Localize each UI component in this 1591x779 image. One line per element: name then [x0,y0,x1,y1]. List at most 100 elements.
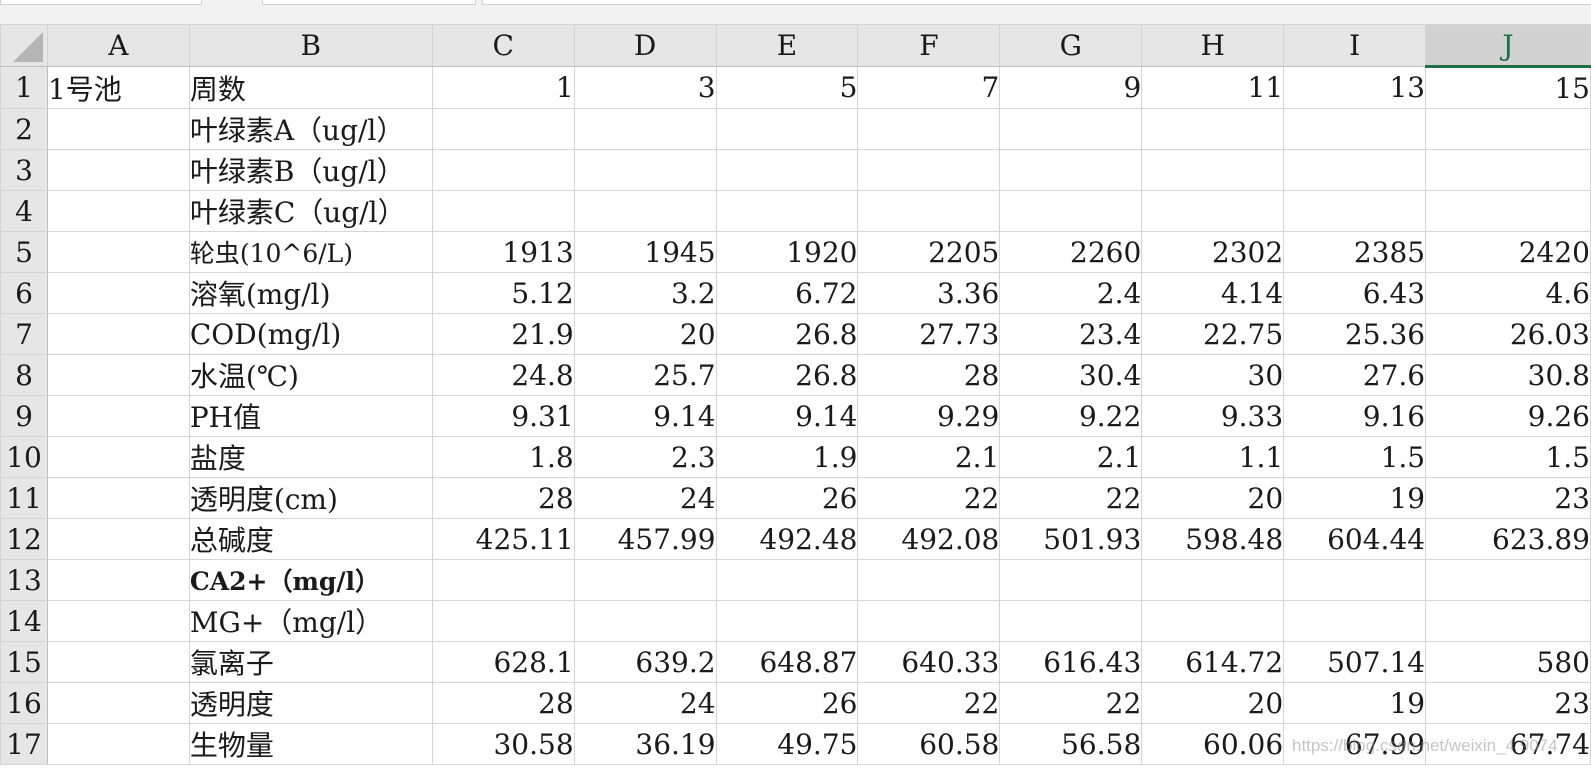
column-header-j[interactable]: J [1425,24,1591,68]
row-header[interactable]: 3 [0,149,48,191]
cell-f11[interactable]: 22 [857,477,1001,519]
cell-f3[interactable] [857,149,1001,191]
column-header-a[interactable]: A [46,24,190,67]
cell-j14[interactable] [1425,600,1591,642]
column-header-i[interactable]: I [1283,24,1427,67]
cell-a10[interactable] [46,436,190,478]
cell-i10[interactable]: 1.5 [1283,436,1427,478]
cell-j8[interactable]: 30.8 [1425,354,1591,396]
cell-g17[interactable]: 56.58 [999,723,1143,765]
cell-b9[interactable]: PH值 [188,395,433,437]
cell-f16[interactable]: 22 [857,682,1001,724]
cell-g5[interactable]: 2260 [999,231,1143,273]
cell-b8[interactable]: 水温(℃) [188,354,433,396]
cell-c15[interactable]: 628.1 [431,641,575,683]
cell-d1[interactable]: 3 [573,66,717,109]
cell-b16[interactable]: 透明度 [188,682,433,724]
cell-e6[interactable]: 6.72 [715,272,859,314]
cell-e3[interactable] [715,149,859,191]
cell-d16[interactable]: 24 [573,682,717,724]
cell-c14[interactable] [431,600,575,642]
row-header[interactable]: 5 [0,231,48,273]
cell-d3[interactable] [573,149,717,191]
select-all-corner[interactable] [0,24,48,67]
cell-g2[interactable] [999,108,1143,150]
cell-c6[interactable]: 5.12 [431,272,575,314]
cell-f4[interactable] [857,190,1001,232]
cell-h4[interactable] [1141,190,1285,232]
cell-f8[interactable]: 28 [857,354,1001,396]
cell-f7[interactable]: 27.73 [857,313,1001,355]
cell-g8[interactable]: 30.4 [999,354,1143,396]
cell-e13[interactable] [715,559,859,601]
cell-e17[interactable]: 49.75 [715,723,859,765]
column-header-g[interactable]: G [999,24,1143,67]
row-header[interactable]: 4 [0,190,48,232]
cell-h15[interactable]: 614.72 [1141,641,1285,683]
cell-d2[interactable] [573,108,717,150]
cell-g3[interactable] [999,149,1143,191]
column-header-b[interactable]: B [188,24,433,67]
cell-g13[interactable] [999,559,1143,601]
cell-i3[interactable] [1283,149,1427,191]
row-header[interactable]: 6 [0,272,48,314]
cell-g14[interactable] [999,600,1143,642]
cell-a15[interactable] [46,641,190,683]
cell-i14[interactable] [1283,600,1427,642]
column-header-f[interactable]: F [857,24,1001,67]
cell-e16[interactable]: 26 [715,682,859,724]
cell-c11[interactable]: 28 [431,477,575,519]
formula-bar[interactable] [482,0,1591,5]
cell-a7[interactable] [46,313,190,355]
cell-g12[interactable]: 501.93 [999,518,1143,560]
cell-b13[interactable]: CA2+（mg/l） [188,559,433,601]
cell-b2[interactable]: 叶绿素A（ug/l） [188,108,433,150]
cell-j15[interactable]: 580 [1425,641,1591,683]
cell-c10[interactable]: 1.8 [431,436,575,478]
cell-d12[interactable]: 457.99 [573,518,717,560]
cell-f2[interactable] [857,108,1001,150]
cell-c16[interactable]: 28 [431,682,575,724]
cell-a2[interactable] [46,108,190,150]
cell-h17[interactable]: 60.06 [1141,723,1285,765]
cell-b15[interactable]: 氯离子 [188,641,433,683]
cell-h8[interactable]: 30 [1141,354,1285,396]
cell-j7[interactable]: 26.03 [1425,313,1591,355]
row-header[interactable]: 1 [0,66,48,109]
row-header[interactable]: 15 [0,641,48,683]
cell-g4[interactable] [999,190,1143,232]
cell-h5[interactable]: 2302 [1141,231,1285,273]
cell-j4[interactable] [1425,190,1591,232]
cell-e9[interactable]: 9.14 [715,395,859,437]
cell-a3[interactable] [46,149,190,191]
cell-h1[interactable]: 11 [1141,66,1285,109]
cell-a8[interactable] [46,354,190,396]
cell-e1[interactable]: 5 [715,66,859,109]
cell-h12[interactable]: 598.48 [1141,518,1285,560]
cell-e14[interactable] [715,600,859,642]
row-header[interactable]: 2 [0,108,48,150]
cell-e11[interactable]: 26 [715,477,859,519]
cell-i6[interactable]: 6.43 [1283,272,1427,314]
cell-j9[interactable]: 9.26 [1425,395,1591,437]
row-header[interactable]: 13 [0,559,48,601]
cell-h11[interactable]: 20 [1141,477,1285,519]
row-header[interactable]: 10 [0,436,48,478]
cell-j1[interactable]: 15 [1425,66,1591,109]
row-header[interactable]: 7 [0,313,48,355]
cell-d4[interactable] [573,190,717,232]
cell-g7[interactable]: 23.4 [999,313,1143,355]
cell-c4[interactable] [431,190,575,232]
cell-f5[interactable]: 2205 [857,231,1001,273]
cell-e15[interactable]: 648.87 [715,641,859,683]
cell-g9[interactable]: 9.22 [999,395,1143,437]
cell-i4[interactable] [1283,190,1427,232]
row-header[interactable]: 14 [0,600,48,642]
cell-b10[interactable]: 盐度 [188,436,433,478]
cell-d17[interactable]: 36.19 [573,723,717,765]
cell-j16[interactable]: 23 [1425,682,1591,724]
cell-d6[interactable]: 3.2 [573,272,717,314]
cell-j12[interactable]: 623.89 [1425,518,1591,560]
cell-j13[interactable] [1425,559,1591,601]
cell-e12[interactable]: 492.48 [715,518,859,560]
